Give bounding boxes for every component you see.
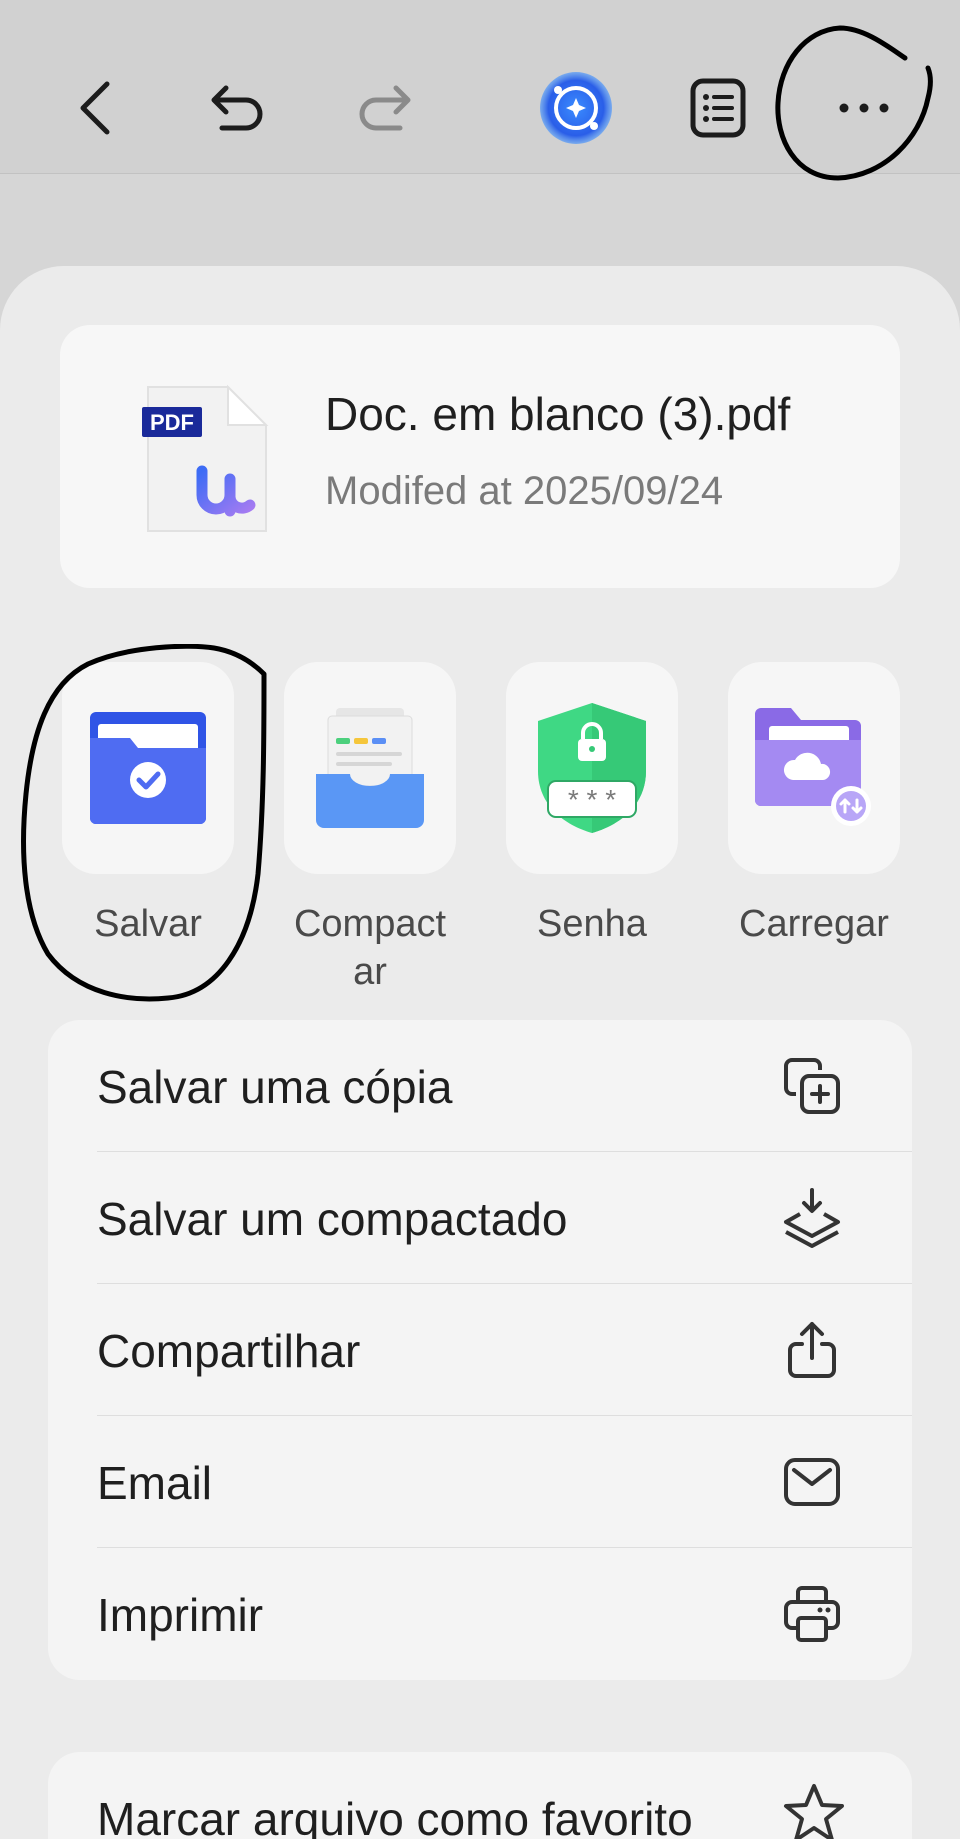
layers-download-icon (784, 1188, 840, 1248)
action-label: Compactar (293, 903, 447, 993)
menu-item-save-compressed[interactable]: Salvar um compactado (48, 1152, 912, 1284)
action-label: Senha (537, 903, 647, 945)
redo-icon (359, 85, 411, 131)
action-tile[interactable] (728, 662, 900, 874)
more-button[interactable] (824, 68, 904, 148)
action-carregar[interactable]: Carregar (728, 662, 900, 948)
menu-item-label: Compartilhar (97, 1325, 361, 1377)
pdf-file-icon: PDF (142, 384, 269, 532)
menu-item-label: Salvar uma cópia (97, 1061, 453, 1113)
undo-button[interactable] (198, 68, 278, 148)
action-tile[interactable] (284, 662, 456, 874)
menu-item-print[interactable]: Imprimir (48, 1548, 912, 1680)
folder-check-icon (90, 712, 206, 824)
copy-plus-icon (784, 1058, 840, 1114)
list-icon (690, 78, 746, 138)
chevron-left-icon (80, 81, 110, 135)
file-modified-date: Modifed at 2025/09/24 (325, 469, 724, 513)
action-tile[interactable]: * * * (506, 662, 678, 874)
menu-item-email[interactable]: Email (48, 1416, 912, 1548)
ai-assistant-icon (540, 72, 612, 144)
cloud-folder-icon (755, 708, 871, 826)
star-icon (784, 1784, 844, 1839)
file-info-card: PDF Doc. em blanco (3).pdf Modifed at 20… (60, 325, 900, 588)
redo-button[interactable] (344, 68, 424, 148)
shield-lock-icon: * * * (538, 703, 646, 833)
outline-button[interactable] (678, 68, 758, 148)
undo-icon (211, 85, 263, 131)
menu-item-share[interactable]: Compartilhar (48, 1284, 912, 1416)
printer-icon (784, 1586, 840, 1642)
share-icon (788, 1322, 836, 1378)
document-tray-icon (316, 708, 424, 828)
action-salvar[interactable]: Salvar (62, 662, 234, 948)
actions-menu: Salvar uma cópia Salvar um compactado Co… (48, 1020, 912, 1680)
menu-item-save-copy[interactable]: Salvar uma cópia (48, 1020, 912, 1152)
file-name: Doc. em blanco (3).pdf (325, 388, 791, 440)
action-compactar[interactable]: Compactar (284, 662, 456, 996)
pdf-badge: PDF (150, 410, 194, 435)
favorites-menu: Marcar arquivo como favorito (48, 1752, 912, 1839)
action-senha[interactable]: * * * Senha (506, 662, 678, 948)
menu-item-label: Salvar um compactado (97, 1193, 568, 1245)
action-tile[interactable] (62, 662, 234, 874)
top-toolbar (0, 0, 960, 174)
menu-item-label: Marcar arquivo como favorito (97, 1793, 693, 1839)
svg-text:* * *: * * * (568, 784, 616, 815)
action-label: Salvar (94, 903, 202, 945)
ai-assistant-button[interactable] (536, 68, 616, 148)
menu-item-label: Email (97, 1457, 213, 1509)
back-button[interactable] (56, 68, 136, 148)
menu-item-favorite[interactable]: Marcar arquivo como favorito (48, 1752, 912, 1839)
menu-item-label: Imprimir (97, 1589, 264, 1641)
more-horizontal-icon (839, 103, 889, 113)
action-label: Carregar (739, 903, 889, 945)
mail-icon (784, 1458, 840, 1506)
